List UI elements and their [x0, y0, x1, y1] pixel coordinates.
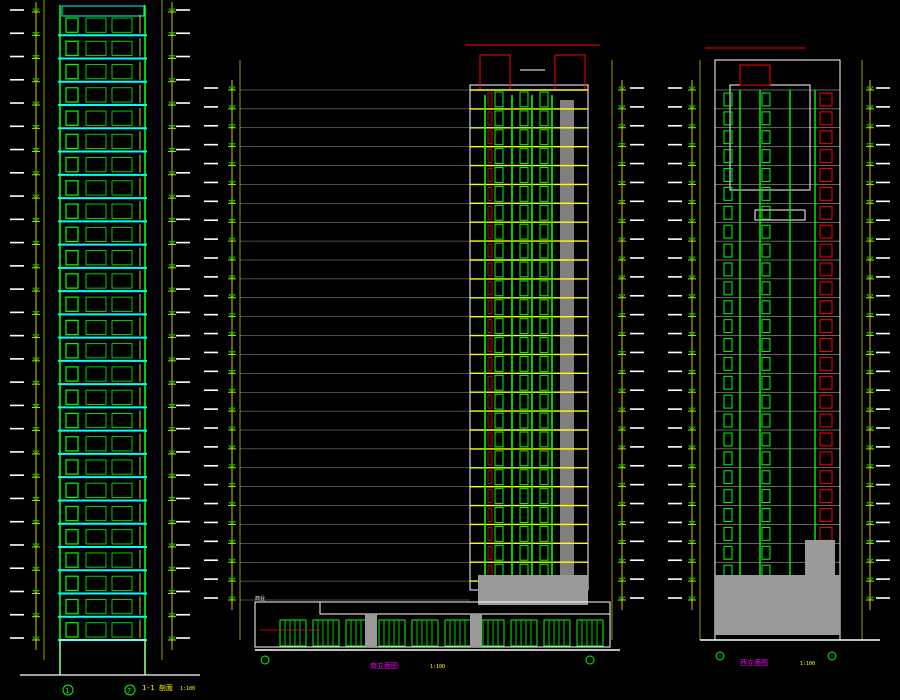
concrete-core: [560, 100, 574, 580]
south-elevation-scale: 1:100: [430, 664, 445, 670]
podium-column: [470, 614, 482, 647]
tower-base-stone: [478, 575, 588, 605]
podium-column: [365, 614, 377, 647]
south-elevation-title: 南立面图: [370, 661, 398, 670]
axis-label-left: 1: [65, 687, 69, 695]
cad-drawing-canvas: 1-1 剖面 1:100 1 7 南立面图 1:100 商业 西立面图 1:10…: [0, 0, 900, 700]
podium-label: 商业: [255, 595, 265, 602]
section-scale: 1:100: [180, 686, 195, 692]
axis-label-right: 7: [127, 687, 131, 695]
west-side-stone: [805, 540, 835, 600]
west-elevation-title: 西立面图: [740, 658, 768, 667]
west-elevation-scale: 1:100: [800, 661, 815, 667]
section-title: 1-1 剖面: [142, 683, 173, 692]
